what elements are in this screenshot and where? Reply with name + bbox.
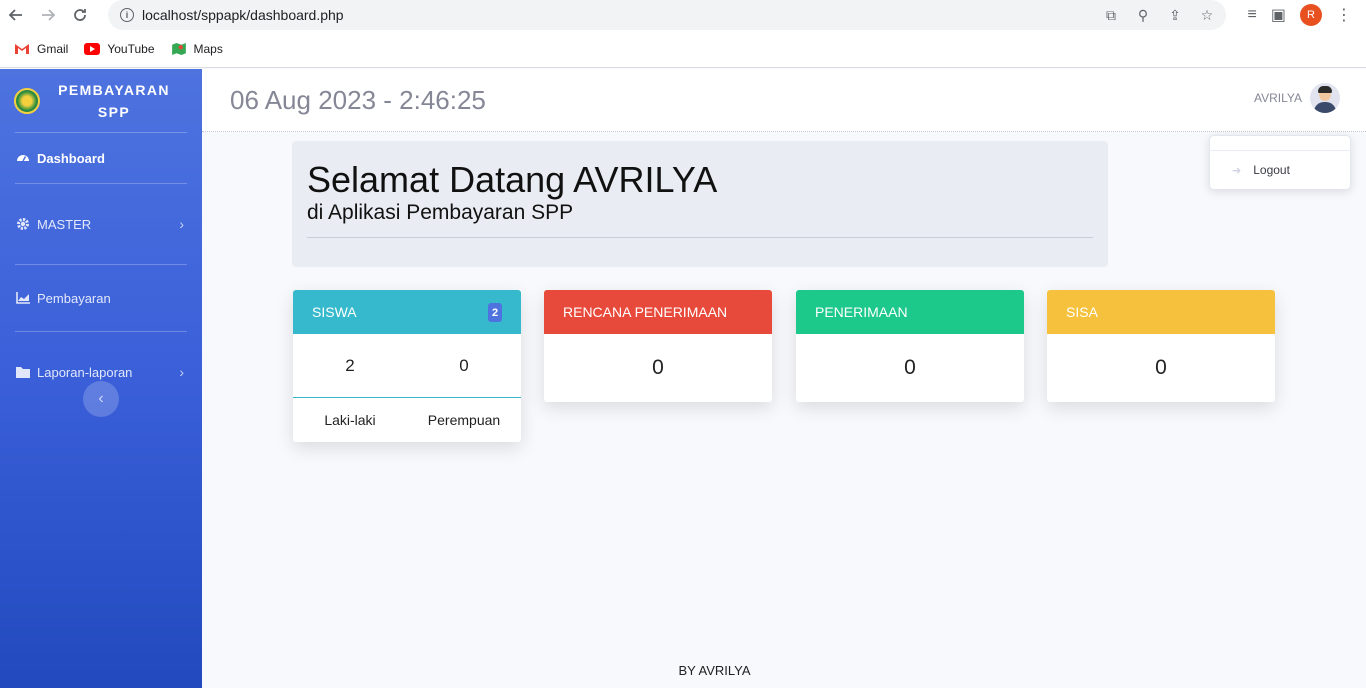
logout-button[interactable]: ➜ Logout (1210, 151, 1350, 189)
profile-avatar[interactable]: R (1300, 4, 1322, 26)
card-title: RENCANA PENERIMAAN (563, 304, 728, 320)
logout-icon: ➜ (1232, 164, 1242, 177)
back-button[interactable] (0, 0, 32, 30)
card-rencana-penerimaan: RENCANA PENERIMAAN 0 (544, 290, 772, 402)
male-label: Laki-laki (324, 412, 376, 428)
welcome-panel: Selamat Datang AVRILYA di Aplikasi Pemba… (292, 141, 1108, 267)
bookmark-label: Gmail (37, 41, 69, 56)
card-sisa: SISA 0 (1047, 290, 1275, 402)
username: AVRILYA (1253, 91, 1302, 105)
card-value: 0 (652, 356, 664, 379)
count-badge: 2 (488, 303, 502, 322)
gender-labels: Laki-laki Perempuan (293, 398, 521, 442)
user-menu[interactable]: AVRILYA (1254, 83, 1340, 113)
topbar: 06 Aug 2023 - 2:46:25 AVRILYA (202, 69, 1366, 132)
reload-button[interactable] (64, 0, 96, 30)
side-panel-icon[interactable]: ▣ (1271, 5, 1286, 25)
star-icon[interactable]: ☆ (1198, 6, 1216, 24)
card-penerimaan: PENERIMAAN 0 (796, 290, 1024, 402)
media-icon[interactable]: ≡ (1248, 6, 1257, 24)
welcome-divider (307, 237, 1093, 238)
sidebar-item-label: MASTER (37, 216, 92, 232)
arrow-right-icon (42, 9, 56, 21)
logout-label: Logout (1253, 163, 1290, 177)
card-title: SISA (1066, 304, 1098, 320)
chevron-right-icon: › (179, 216, 184, 232)
maps-icon (171, 42, 186, 55)
sidebar-item-label: Laporan-laporan (37, 364, 133, 380)
url-text: localhost/sppapk/dashboard.php (142, 7, 344, 23)
female-count: 0 (459, 355, 469, 375)
chart-icon (16, 291, 30, 305)
sidebar-toggle-button[interactable]: ‹ (83, 381, 119, 417)
card-value: 0 (1155, 356, 1167, 379)
female-label: Perempuan (427, 412, 501, 428)
site-info-icon[interactable]: i (120, 8, 134, 22)
address-bar[interactable]: i localhost/sppapk/dashboard.php ⧉ ⚲ ⇪ ☆ (108, 0, 1226, 30)
zoom-icon[interactable]: ⚲ (1134, 6, 1152, 24)
card-header: PENERIMAAN (796, 290, 1024, 334)
share-icon[interactable]: ⇪ (1166, 6, 1184, 24)
dashboard-icon (16, 151, 30, 165)
folder-icon (16, 365, 30, 379)
bookmark-label: YouTube (107, 41, 155, 56)
card-header: SISWA 2 (293, 290, 521, 334)
welcome-subtitle: di Aplikasi Pembayaran SPP (307, 201, 574, 224)
current-datetime: 06 Aug 2023 - 2:46:25 (230, 85, 486, 115)
menu-dots-icon[interactable]: ⋮ (1336, 5, 1352, 25)
chevron-right-icon: › (179, 364, 184, 380)
sidebar-item-pembayaran[interactable]: Pembayaran (0, 265, 202, 331)
youtube-icon (84, 42, 101, 55)
card-header: SISA (1047, 290, 1275, 334)
user-dropdown: ➜ Logout (1209, 135, 1351, 190)
male-count: 2 (345, 355, 355, 375)
forward-button[interactable] (32, 0, 64, 30)
gender-counts: 2 0 (293, 334, 521, 398)
sidebar-item-label: Dashboard (37, 150, 105, 166)
gear-icon (16, 217, 30, 231)
browser-toolbar: i localhost/sppapk/dashboard.php ⧉ ⚲ ⇪ ☆… (0, 0, 1366, 30)
bookmark-gmail[interactable]: Gmail (14, 42, 68, 56)
welcome-title: Selamat Datang AVRILYA (307, 159, 718, 200)
brand-title: PEMBAYARAN SPP (58, 81, 170, 120)
school-logo-icon (14, 87, 40, 114)
card-value: 0 (904, 356, 916, 379)
chevron-left-icon: ‹ (98, 390, 104, 407)
translate-icon[interactable]: ⧉ (1102, 6, 1120, 24)
bookmark-youtube[interactable]: YouTube (84, 41, 155, 56)
sidebar: PEMBAYARAN SPP Dashboard MASTER › Pembay… (0, 69, 202, 688)
sidebar-brand[interactable]: PEMBAYARAN SPP (0, 69, 202, 132)
card-title: PENERIMAAN (815, 304, 908, 320)
sidebar-item-dashboard[interactable]: Dashboard (0, 133, 202, 183)
bookmark-label: Maps (193, 41, 223, 56)
bookmarks-bar: Gmail YouTube Maps (0, 30, 1366, 68)
bookmark-maps[interactable]: Maps (171, 42, 223, 56)
card-siswa: SISWA 2 2 0 Laki-laki Perempuan (293, 290, 521, 442)
footer-text: BY AVRILYA (678, 663, 751, 678)
card-title: SISWA (312, 304, 357, 320)
card-header: RENCANA PENERIMAAN (544, 290, 772, 334)
gmail-icon (15, 43, 29, 54)
sidebar-item-master[interactable]: MASTER › (0, 184, 202, 264)
reload-icon (74, 9, 86, 21)
avatar (1310, 83, 1340, 113)
arrow-left-icon (8, 9, 22, 21)
sidebar-item-label: Pembayaran (37, 290, 111, 306)
